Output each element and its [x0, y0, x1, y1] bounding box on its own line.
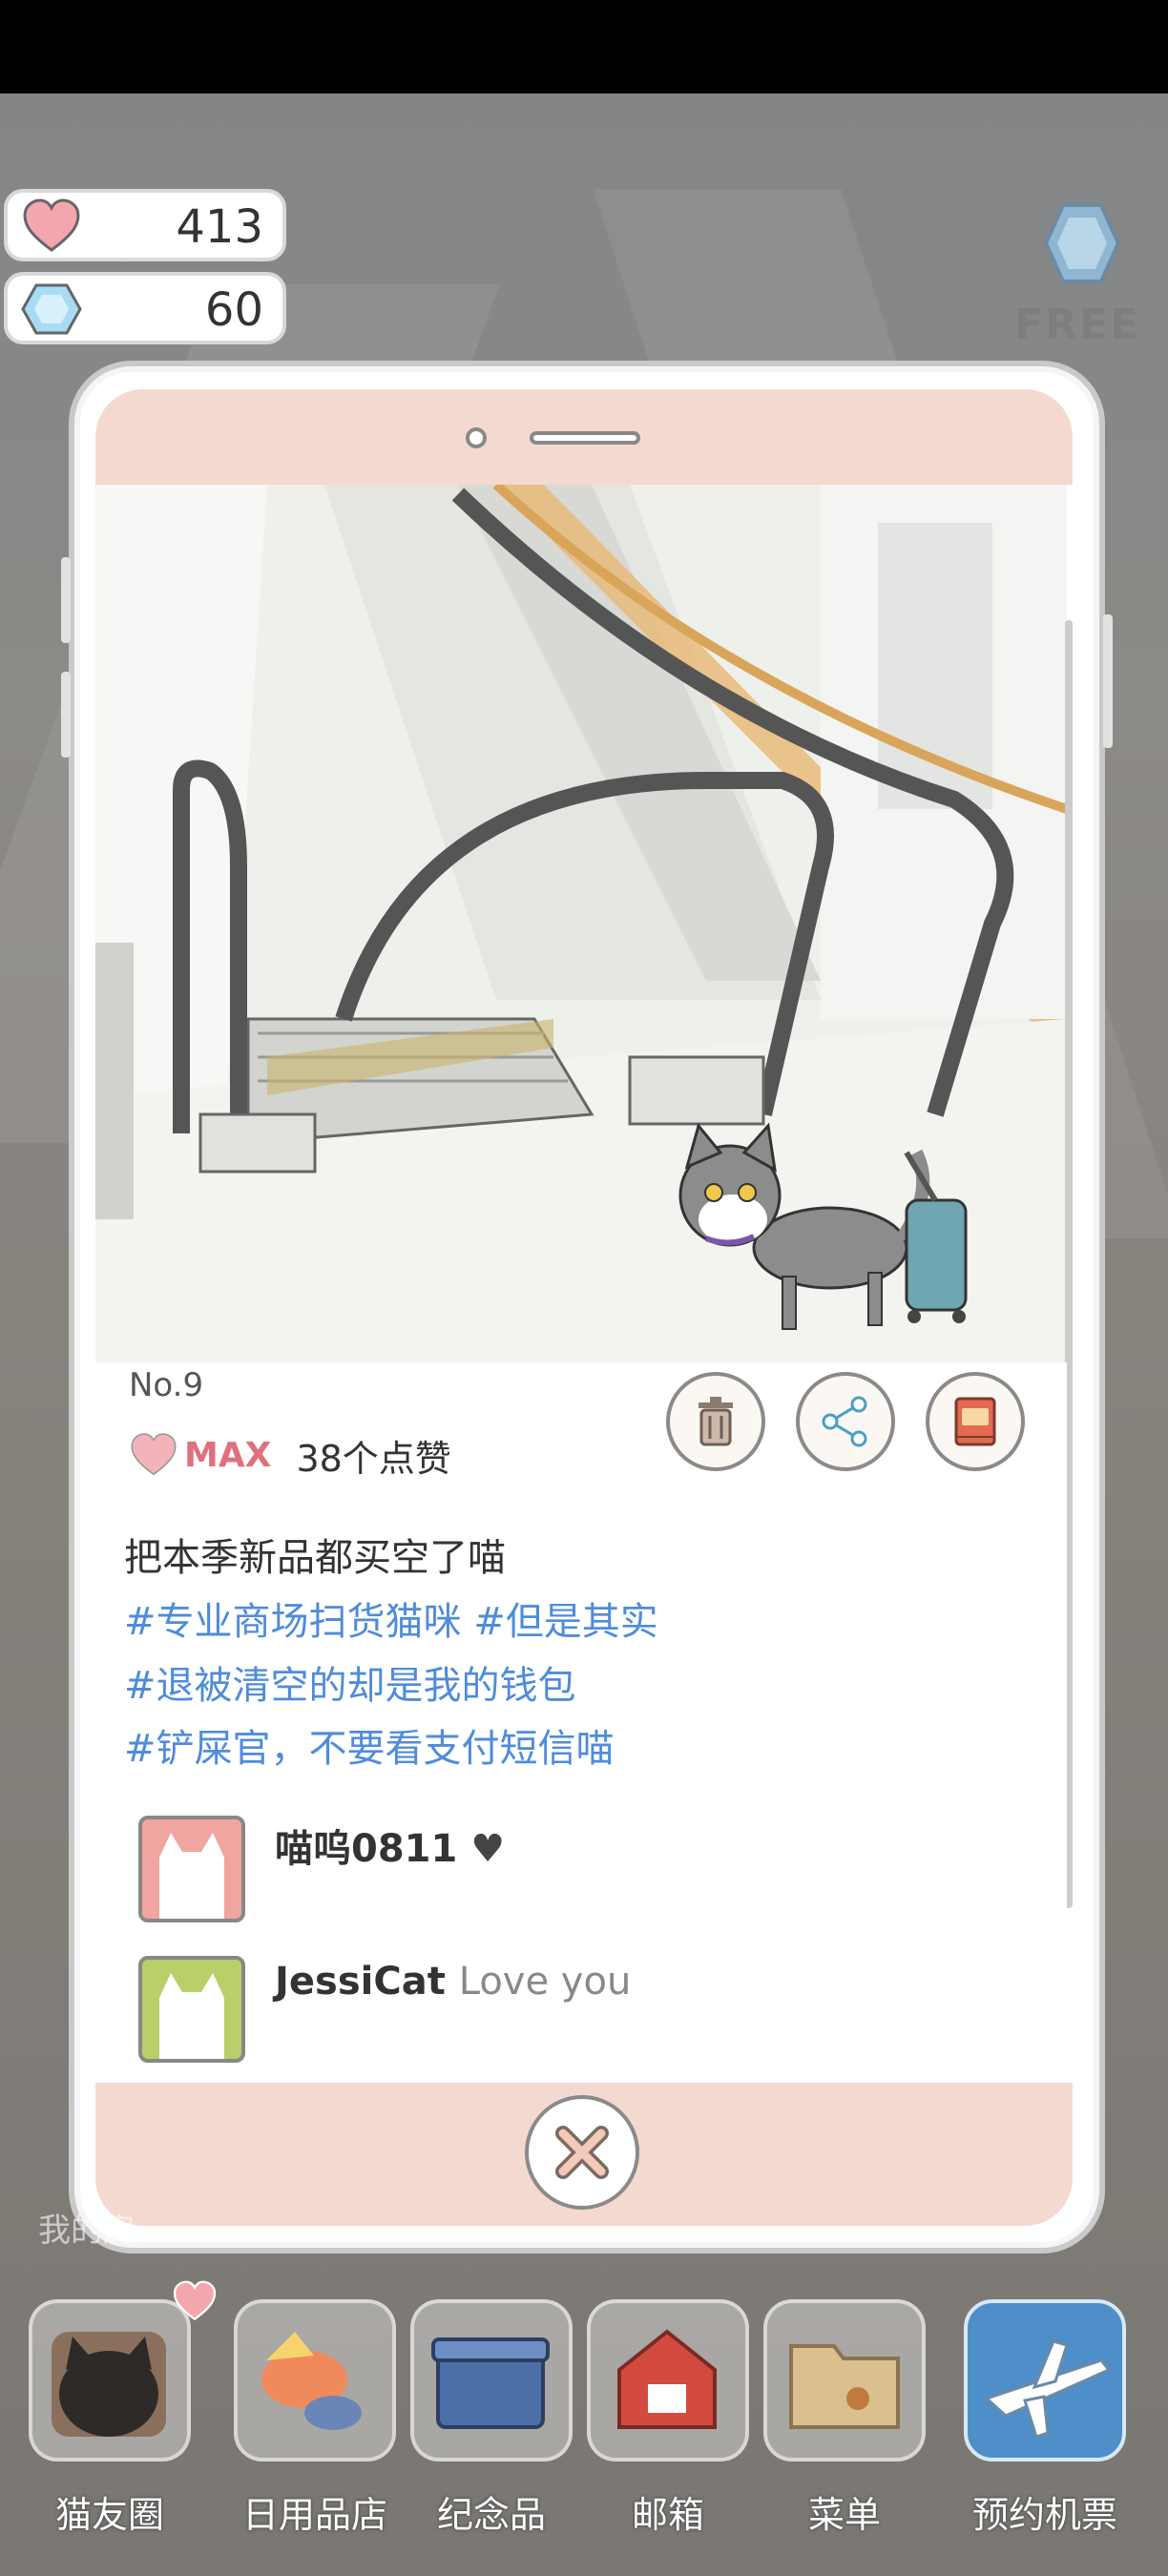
post-photo	[95, 485, 1067, 1362]
avatar[interactable]	[138, 1956, 245, 2063]
nav-label: 预约机票	[971, 2494, 1117, 2536]
nav-label: 纪念品	[436, 2494, 546, 2536]
gem-icon	[21, 283, 82, 335]
cat-silhouette-icon	[159, 1833, 224, 1919]
comment-user[interactable]: 喵呜0811	[275, 1827, 457, 1871]
gems-value: 60	[204, 283, 263, 337]
status-bar	[0, 0, 1168, 93]
nav-flight[interactable]: 预约机票	[964, 2271, 1126, 2557]
free-gem-button[interactable]: FREE	[1006, 200, 1149, 349]
close-icon	[555, 2126, 609, 2179]
post-tag-line[interactable]: #专业商场扫货猫咪 #但是其实	[124, 1590, 658, 1646]
nav-label: 邮箱	[631, 2494, 704, 2536]
nav-label: 猫友圈	[54, 2494, 164, 2536]
hearts-value: 413	[176, 200, 263, 254]
nav-cat-friends[interactable]: 猫友圈	[29, 2271, 217, 2557]
heart-icon	[23, 198, 80, 252]
bottom-nav: 猫友圈 日用品店 纪念品 邮箱 菜单 预约机票	[0, 2271, 1168, 2576]
comment-item	[138, 1816, 245, 1922]
gem-icon	[1044, 203, 1120, 283]
shop-icon	[234, 2299, 396, 2462]
album-icon	[954, 1397, 996, 1446]
cat-friends-icon	[29, 2299, 191, 2462]
phone-speaker	[530, 431, 640, 445]
post-caption: 把本季新品都买空了喵	[124, 1536, 506, 1580]
nav-label: 日用品店	[241, 2494, 387, 2536]
nav-shop[interactable]: 日用品店	[234, 2271, 396, 2557]
nav-mailbox[interactable]: 邮箱	[587, 2271, 749, 2557]
nav-menu[interactable]: 菜单	[763, 2271, 926, 2557]
album-button[interactable]	[926, 1372, 1025, 1471]
avatar[interactable]	[138, 1816, 245, 1922]
comment-item	[138, 1956, 245, 2063]
cat-silhouette-icon	[159, 1973, 224, 2059]
post-tag-line[interactable]: #铲屎官，不要看支付短信喵	[124, 1717, 615, 1773]
free-label: FREE	[1013, 301, 1141, 349]
share-icon	[822, 1396, 867, 1447]
comment-message: Love you	[458, 1960, 632, 2004]
gems-counter: 60	[4, 272, 286, 344]
menu-folder-icon	[763, 2299, 926, 2462]
post-tag-line[interactable]: #退被清空的却是我的钱包	[124, 1654, 576, 1710]
nav-label: 菜单	[807, 2494, 881, 2536]
comment-message: ♥	[470, 1827, 506, 1871]
close-button[interactable]	[525, 2095, 639, 2210]
airplane-icon	[964, 2299, 1126, 2462]
mailbox-icon	[587, 2299, 749, 2462]
trash-icon	[699, 1397, 733, 1446]
comment-text: JessiCat Love you	[275, 1960, 631, 2004]
likes-count: 38个点赞	[296, 1437, 451, 1480]
likes-row: MAX 38个点赞	[129, 1426, 451, 1484]
phone-camera	[466, 427, 487, 448]
comment-text: 喵呜0811 ♥	[275, 1818, 505, 1873]
share-button[interactable]	[796, 1372, 895, 1471]
background-room-label: 我的房	[38, 2212, 136, 2250]
heart-icon	[131, 1433, 177, 1476]
max-badge: MAX	[184, 1435, 272, 1475]
comment-user[interactable]: JessiCat	[275, 1960, 446, 2004]
souvenir-box-icon	[410, 2299, 573, 2462]
post-number: No.9	[129, 1366, 204, 1404]
hearts-counter: 413	[4, 189, 286, 261]
delete-button[interactable]	[666, 1372, 765, 1471]
heart-icon	[173, 2280, 217, 2321]
nav-souvenir[interactable]: 纪念品	[410, 2271, 573, 2557]
